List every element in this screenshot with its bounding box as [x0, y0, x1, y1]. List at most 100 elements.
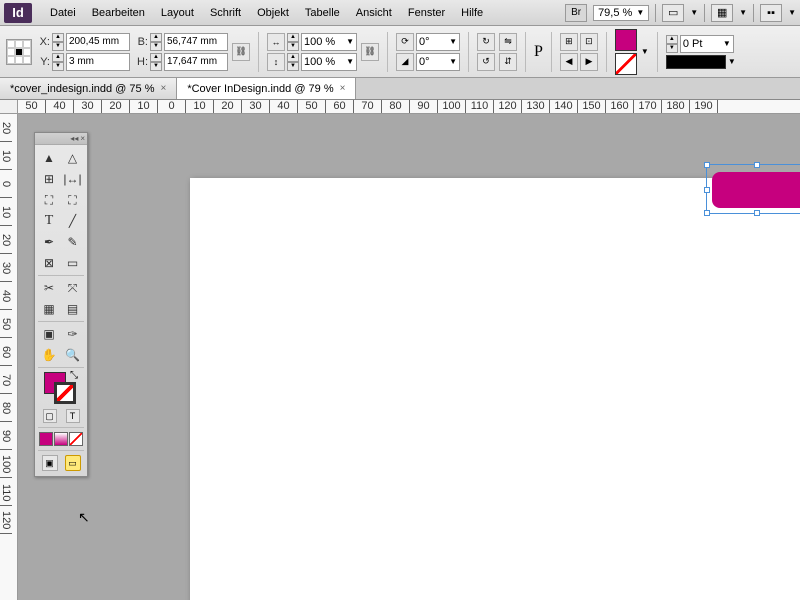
- stroke-color-swatch[interactable]: [54, 382, 76, 404]
- select-content-icon[interactable]: ⊞: [560, 33, 578, 51]
- scale-y-icon: ↕: [267, 53, 285, 71]
- selection-handle[interactable]: [704, 210, 710, 216]
- reference-point-grid[interactable]: [6, 39, 32, 65]
- close-icon[interactable]: ×: [160, 83, 166, 94]
- arrange-icon[interactable]: ▦: [711, 4, 733, 22]
- select-next-icon[interactable]: ▶: [580, 53, 598, 71]
- rotate-ccw-icon[interactable]: ↺: [477, 53, 495, 71]
- canvas[interactable]: [18, 114, 800, 600]
- chevron-down-icon[interactable]: ▼: [739, 8, 747, 17]
- w-up[interactable]: ▲: [150, 33, 162, 42]
- select-prev-icon[interactable]: ◀: [560, 53, 578, 71]
- zoom-tool[interactable]: 🔍: [62, 345, 84, 365]
- menu-schrift[interactable]: Schrift: [202, 3, 249, 23]
- x-down[interactable]: ▼: [52, 42, 64, 51]
- y-up[interactable]: ▲: [52, 53, 64, 62]
- height-input[interactable]: [164, 53, 228, 71]
- rectangle-tool[interactable]: ▭: [62, 253, 84, 273]
- pencil-tool[interactable]: ✎: [62, 232, 84, 252]
- flip-v-icon[interactable]: ⇵: [499, 53, 517, 71]
- gap-tool[interactable]: |↔|: [62, 169, 84, 189]
- screen-mode-icon[interactable]: ▭: [662, 4, 684, 22]
- separator: [657, 32, 658, 72]
- flip-h-icon[interactable]: ⇋: [499, 33, 517, 51]
- width-input[interactable]: [164, 33, 228, 51]
- y-down[interactable]: ▼: [52, 62, 64, 71]
- toolbox-header[interactable]: ◂◂ ×: [35, 133, 87, 145]
- hand-tool[interactable]: ✋: [38, 345, 60, 365]
- h-up[interactable]: ▲: [150, 53, 162, 62]
- bridge-button[interactable]: Br: [565, 4, 587, 22]
- pen-tool[interactable]: ✒: [38, 232, 60, 252]
- swatch-dropdown-icon[interactable]: ▼: [641, 47, 649, 56]
- workspace-icon[interactable]: ▪▪: [760, 4, 782, 22]
- collapse-icon[interactable]: ◂◂: [70, 134, 78, 143]
- shear-dropdown[interactable]: 0°▼: [416, 53, 460, 71]
- stroke-weight-dropdown[interactable]: 0 Pt▼: [680, 35, 734, 53]
- zoom-dropdown[interactable]: 79,5 % ▼: [593, 5, 649, 21]
- x-up[interactable]: ▲: [52, 33, 64, 42]
- h-down[interactable]: ▼: [150, 62, 162, 71]
- ruler-origin[interactable]: [0, 100, 18, 114]
- gradient-feather-tool[interactable]: ▤: [62, 299, 84, 319]
- menu-hilfe[interactable]: Hilfe: [453, 3, 491, 23]
- chevron-down-icon[interactable]: ▼: [788, 8, 796, 17]
- menu-layout[interactable]: Layout: [153, 3, 202, 23]
- preview-view-icon[interactable]: ▭: [65, 455, 81, 471]
- rectangle-frame-tool[interactable]: ⊠: [38, 253, 60, 273]
- menu-bearbeiten[interactable]: Bearbeiten: [84, 3, 153, 23]
- horizontal-ruler[interactable]: 5040302010010203040506070809010011012013…: [18, 100, 800, 114]
- scale-x-dropdown[interactable]: 100 %▼: [301, 33, 357, 51]
- apply-gradient-icon[interactable]: [54, 432, 68, 446]
- fill-stroke-control[interactable]: ⤡: [38, 370, 84, 406]
- selection-tool[interactable]: ▲: [38, 148, 60, 168]
- formatting-container-icon[interactable]: ▢: [43, 409, 57, 423]
- w-down[interactable]: ▼: [150, 42, 162, 51]
- note-tool[interactable]: ▣: [38, 324, 60, 344]
- selection-handle[interactable]: [754, 162, 760, 168]
- paragraph-style-icon[interactable]: P: [534, 43, 543, 61]
- scale-y-dropdown[interactable]: 100 %▼: [301, 53, 357, 71]
- selection-handle[interactable]: [754, 210, 760, 216]
- chevron-down-icon[interactable]: ▼: [690, 8, 698, 17]
- select-container-icon[interactable]: ⊡: [580, 33, 598, 51]
- menu-tabelle[interactable]: Tabelle: [297, 3, 348, 23]
- fill-swatch[interactable]: [615, 29, 637, 51]
- menu-datei[interactable]: Datei: [42, 3, 84, 23]
- rotate-cw-icon[interactable]: ↻: [477, 33, 495, 51]
- menu-ansicht[interactable]: Ansicht: [348, 3, 400, 23]
- formatting-text-icon[interactable]: T: [66, 409, 80, 423]
- constrain-icon[interactable]: ⛓: [232, 43, 250, 61]
- menu-objekt[interactable]: Objekt: [249, 3, 297, 23]
- x-input[interactable]: [66, 33, 130, 51]
- constrain-scale-icon[interactable]: ⛓: [361, 43, 379, 61]
- selection-handle[interactable]: [704, 162, 710, 168]
- swap-fill-stroke-icon[interactable]: ⤡: [70, 370, 78, 381]
- eyedropper-tool[interactable]: ✑: [62, 324, 84, 344]
- page-tool[interactable]: ⊞: [38, 169, 60, 189]
- content-placer-tool[interactable]: ⛶: [62, 190, 84, 210]
- page[interactable]: [190, 178, 800, 600]
- direct-selection-tool[interactable]: △: [62, 148, 84, 168]
- scissors-tool[interactable]: ✂: [38, 278, 60, 298]
- y-input[interactable]: [66, 53, 130, 71]
- free-transform-tool[interactable]: ⤧: [62, 278, 84, 298]
- apply-none-icon[interactable]: [69, 432, 83, 446]
- tab-cover-indesign-2[interactable]: *Cover InDesign.indd @ 79 % ×: [177, 78, 356, 99]
- close-icon[interactable]: ×: [80, 134, 85, 143]
- selection-handle[interactable]: [704, 187, 710, 193]
- tab-cover-indesign-1[interactable]: *cover_indesign.indd @ 75 % ×: [0, 78, 177, 99]
- line-tool[interactable]: ╱: [62, 211, 84, 231]
- close-icon[interactable]: ×: [340, 83, 346, 94]
- normal-view-icon[interactable]: ▣: [42, 455, 58, 471]
- separator: [606, 32, 607, 72]
- menu-fenster[interactable]: Fenster: [400, 3, 453, 23]
- stroke-swatch[interactable]: [615, 53, 637, 75]
- stroke-style-dropdown[interactable]: [666, 55, 726, 69]
- content-collector-tool[interactable]: ⛶: [38, 190, 60, 210]
- apply-color-icon[interactable]: [39, 432, 53, 446]
- gradient-swatch-tool[interactable]: ▦: [38, 299, 60, 319]
- type-tool[interactable]: T: [38, 211, 60, 231]
- rotate-dropdown[interactable]: 0°▼: [416, 33, 460, 51]
- vertical-ruler[interactable]: 20100102030405060708090100110120: [0, 114, 18, 600]
